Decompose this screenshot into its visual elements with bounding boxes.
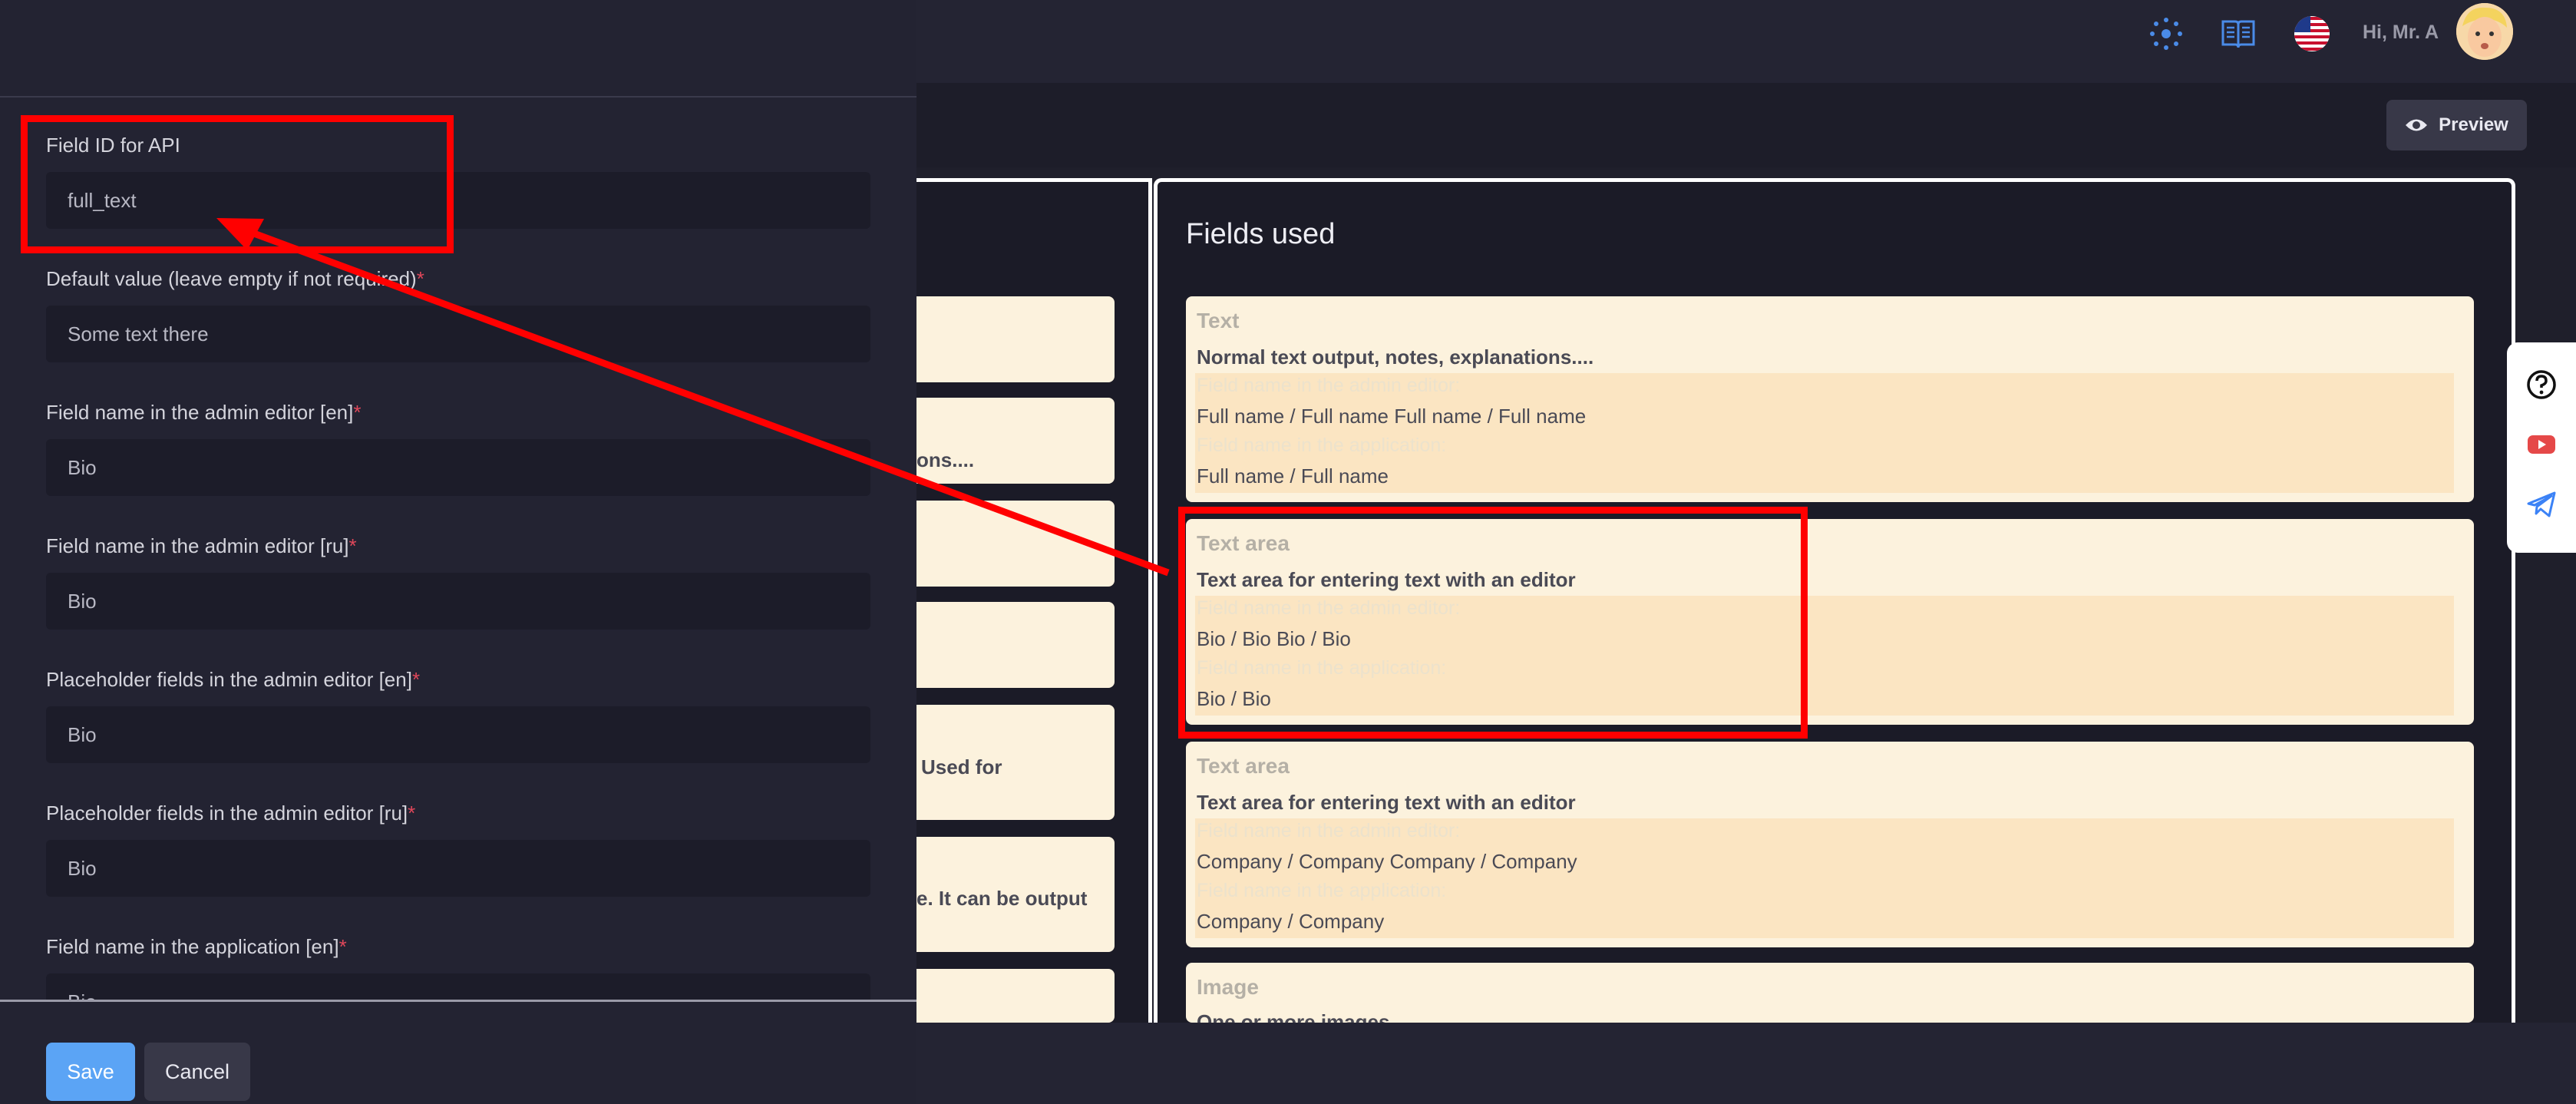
default-value-input[interactable] — [46, 306, 870, 362]
field-type-label: Image — [1197, 975, 1259, 999]
used-field-card[interactable]: Text Normal text output, notes, explanat… — [1186, 296, 2474, 502]
avatar[interactable] — [2456, 3, 2513, 60]
admin-name-label: Field name in the admin editor: — [1197, 820, 1461, 841]
app-name-value: Company / Company — [1197, 910, 1385, 933]
telegram-icon[interactable] — [2525, 488, 2558, 521]
field-label: Placeholder fields in the admin editor [… — [46, 802, 416, 825]
spinner-icon[interactable] — [2148, 15, 2185, 52]
placeholder-en-input[interactable] — [46, 706, 870, 763]
drawer-footer-divider — [0, 1000, 916, 1002]
field-type-description: Text area for entering text with an edit… — [1197, 791, 1576, 814]
field-type-label: Text area — [1197, 754, 1290, 778]
app-name-label: Field name in the application: — [1197, 880, 1447, 901]
used-field-card[interactable]: Image One or more images — [1186, 963, 2474, 1023]
admin-name-en-input[interactable] — [46, 439, 870, 496]
annotation-box-text-area-card — [1178, 507, 1808, 739]
field-label: Field name in the admin editor [ru]* — [46, 534, 357, 557]
app-name-en-input[interactable] — [46, 973, 870, 1000]
drawer-header-divider — [0, 96, 916, 98]
field-names-band: Field name in the admin editor: Full nam… — [1195, 373, 2454, 493]
book-icon[interactable] — [2220, 15, 2257, 52]
field-label: Field name in the admin editor [en]* — [46, 401, 362, 424]
admin-name-value: Company / Company Company / Company — [1197, 850, 1577, 873]
field-label: Placeholder fields in the admin editor [… — [46, 668, 421, 691]
scroll-clip — [0, 973, 916, 1000]
cancel-button[interactable]: Cancel — [144, 1043, 250, 1101]
field-type-card-text: ons.... — [916, 448, 975, 471]
field-label: Field name in the application [en]* — [46, 935, 347, 958]
used-field-card[interactable]: Text area Text area for entering text wi… — [1186, 742, 2474, 947]
preview-label: Preview — [2439, 114, 2508, 135]
field-type-card-text: Used for — [921, 755, 1002, 778]
side-tools — [2507, 342, 2576, 553]
save-button[interactable]: Save — [46, 1043, 135, 1101]
youtube-icon[interactable] — [2525, 428, 2558, 461]
field-names-band: Field name in the admin editor: Company … — [1195, 818, 2454, 938]
app-name-label: Field name in the application: — [1197, 435, 1447, 456]
user-greeting[interactable]: Hi, Mr. A — [2363, 21, 2439, 44]
app-name-value: Full name / Full name — [1197, 464, 1389, 488]
fields-used-title: Fields used — [1186, 218, 1336, 250]
admin-name-label: Field name in the admin editor: — [1197, 375, 1461, 396]
field-label: Default value (leave empty if not requir… — [46, 267, 424, 290]
field-type-card-text: e. It can be output — [916, 887, 1088, 910]
placeholder-ru-input[interactable] — [46, 840, 870, 897]
field-type-description: Normal text output, notes, explanations.… — [1197, 345, 1594, 369]
admin-name-ru-input[interactable] — [46, 573, 870, 630]
eye-icon — [2406, 119, 2428, 131]
annotation-box-field-id — [21, 115, 454, 253]
help-icon[interactable] — [2525, 369, 2558, 401]
field-type-label: Text — [1197, 309, 1240, 332]
admin-name-value: Full name / Full name Full name / Full n… — [1197, 405, 1587, 428]
us-flag-icon[interactable] — [2294, 15, 2330, 52]
preview-button[interactable]: Preview — [2386, 100, 2527, 150]
field-type-description: One or more images — [1197, 1010, 1390, 1023]
